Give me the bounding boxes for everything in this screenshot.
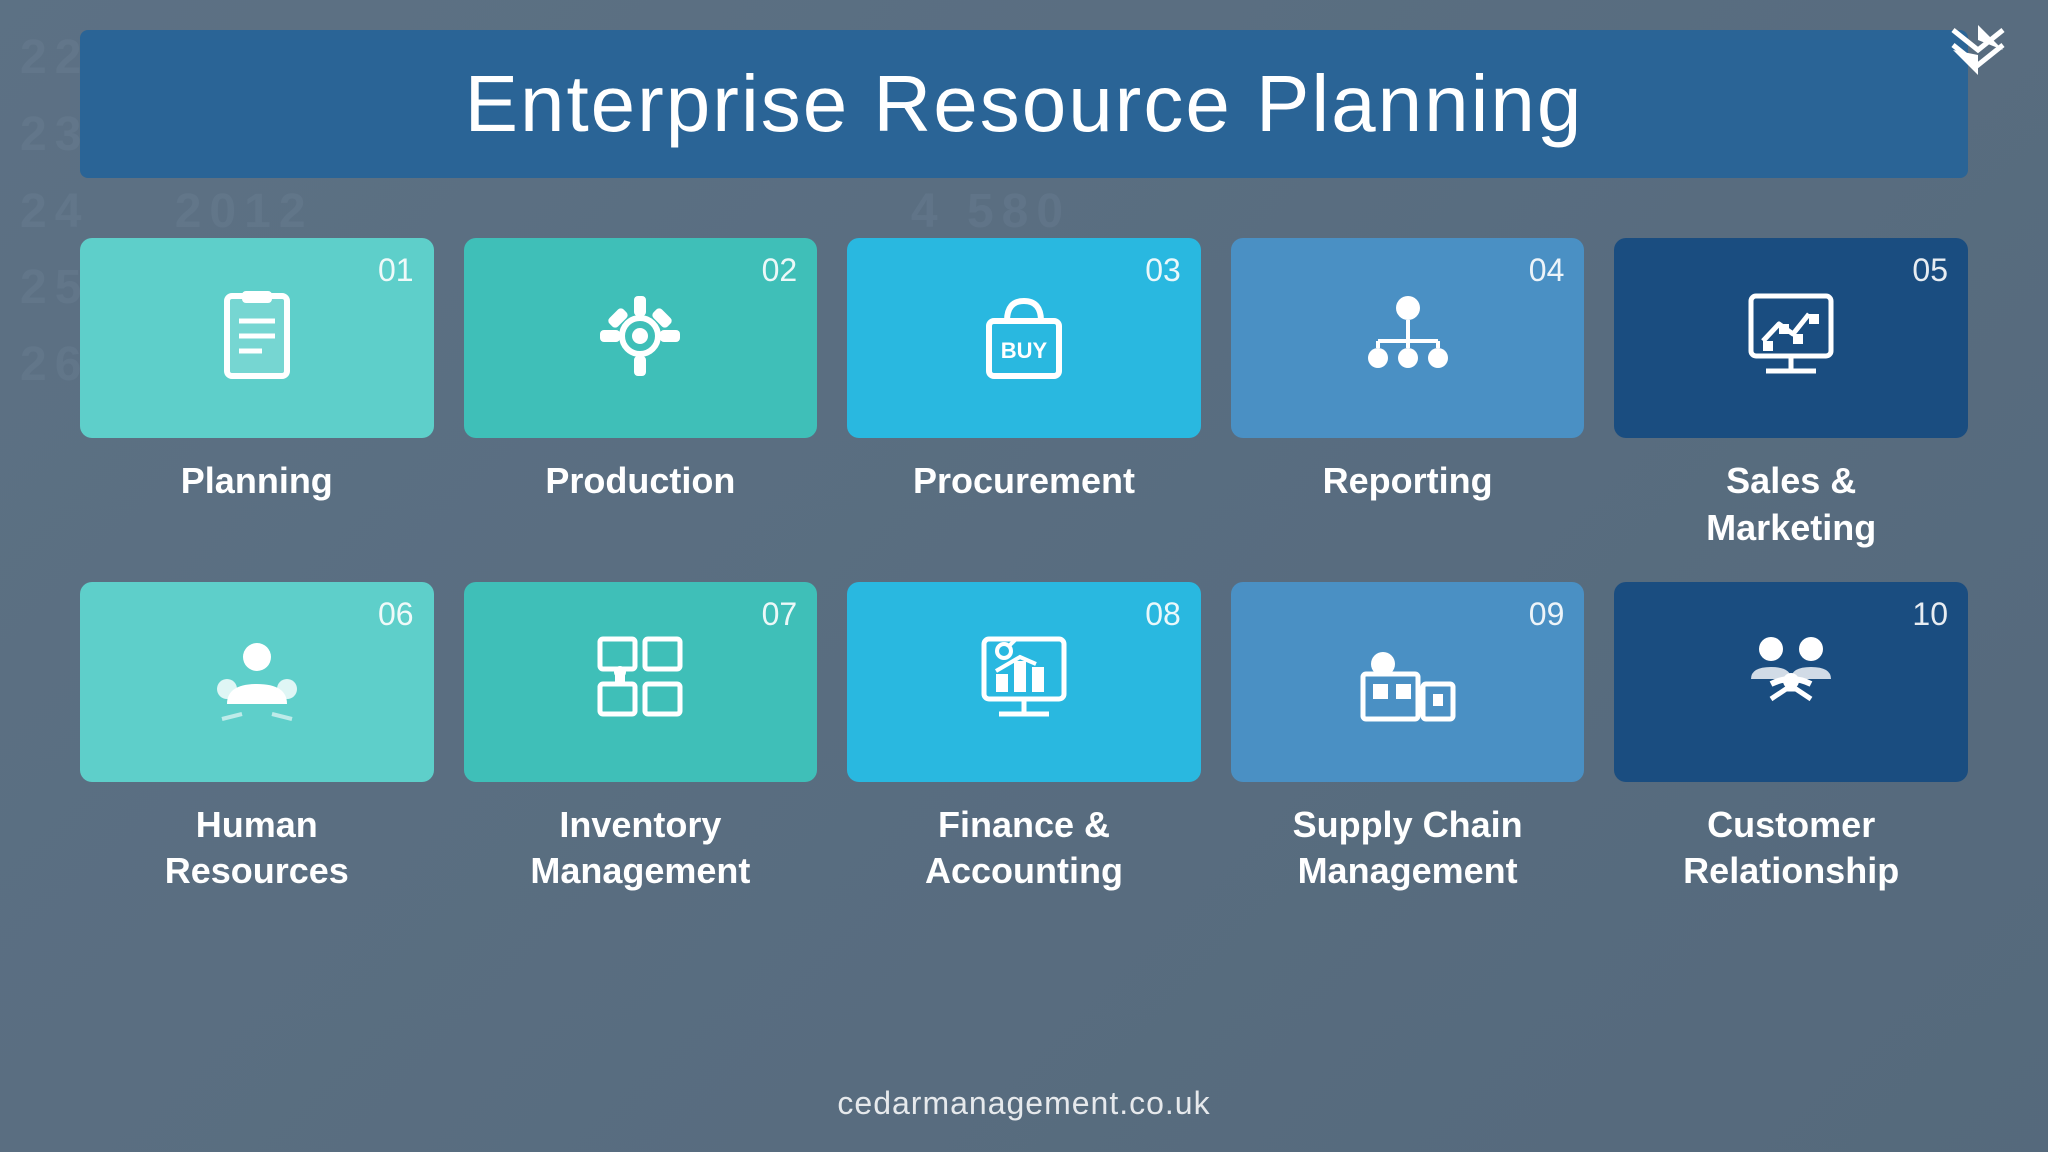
card-group-3: 03 Procurement bbox=[847, 238, 1201, 552]
card-group-5: 05 Sales &Marketing bbox=[1614, 238, 1968, 552]
card-icon-crm bbox=[1741, 629, 1841, 734]
card-box-09[interactable]: 09 bbox=[1231, 582, 1585, 782]
card-box-05[interactable]: 05 bbox=[1614, 238, 1968, 438]
card-label-10: CustomerRelationship bbox=[1683, 802, 1899, 896]
card-number-10: 10 bbox=[1912, 596, 1948, 633]
card-number-05: 05 bbox=[1912, 252, 1948, 289]
card-label-04: Reporting bbox=[1323, 458, 1493, 505]
card-box-01[interactable]: 01 bbox=[80, 238, 434, 438]
card-box-04[interactable]: 04 bbox=[1231, 238, 1585, 438]
card-label-05: Sales &Marketing bbox=[1706, 458, 1876, 552]
card-number-03: 03 bbox=[1145, 252, 1181, 289]
card-icon-inventory bbox=[590, 629, 690, 734]
card-icon-hr bbox=[207, 629, 307, 734]
card-group-9: 09 Supply ChainManagement bbox=[1231, 582, 1585, 896]
card-icon-reporting bbox=[1358, 286, 1458, 391]
card-label-07: InventoryManagement bbox=[530, 802, 750, 896]
card-icon-finance bbox=[974, 629, 1074, 734]
footer-website: cedarmanagement.co.uk bbox=[837, 1085, 1210, 1152]
card-number-06: 06 bbox=[378, 596, 414, 633]
card-number-02: 02 bbox=[762, 252, 798, 289]
card-group-7: 07 InventoryManagement bbox=[464, 582, 818, 896]
card-label-03: Procurement bbox=[913, 458, 1135, 505]
card-group-4: 04 Reporting bbox=[1231, 238, 1585, 552]
card-group-8: 08 Finance &Accounting bbox=[847, 582, 1201, 896]
card-number-07: 07 bbox=[762, 596, 798, 633]
card-label-08: Finance &Accounting bbox=[925, 802, 1123, 896]
card-group-10: 10 CustomerRelationship bbox=[1614, 582, 1968, 896]
card-box-02[interactable]: 02 bbox=[464, 238, 818, 438]
cards-grid: 01 Planning 02 Production 03 Procurement 04 Rep… bbox=[80, 238, 1968, 895]
card-icon-production bbox=[590, 286, 690, 391]
card-number-08: 08 bbox=[1145, 596, 1181, 633]
company-logo bbox=[1948, 20, 2008, 89]
card-icon-supply bbox=[1358, 629, 1458, 734]
card-label-06: HumanResources bbox=[165, 802, 349, 896]
card-label-09: Supply ChainManagement bbox=[1293, 802, 1523, 896]
header-bar: Enterprise Resource Planning bbox=[80, 30, 1968, 178]
card-number-04: 04 bbox=[1529, 252, 1565, 289]
card-icon-procurement bbox=[974, 286, 1074, 391]
card-group-2: 02 Production bbox=[464, 238, 818, 552]
card-label-02: Production bbox=[545, 458, 735, 505]
card-box-07[interactable]: 07 bbox=[464, 582, 818, 782]
card-box-10[interactable]: 10 bbox=[1614, 582, 1968, 782]
card-number-09: 09 bbox=[1529, 596, 1565, 633]
card-box-06[interactable]: 06 bbox=[80, 582, 434, 782]
card-icon-sales bbox=[1741, 286, 1841, 391]
card-label-01: Planning bbox=[181, 458, 333, 505]
page-title: Enterprise Resource Planning bbox=[140, 58, 1908, 150]
card-group-1: 01 Planning bbox=[80, 238, 434, 552]
card-icon-planning bbox=[207, 286, 307, 391]
card-box-08[interactable]: 08 bbox=[847, 582, 1201, 782]
card-box-03[interactable]: 03 bbox=[847, 238, 1201, 438]
main-content: Enterprise Resource Planning 01Planning0… bbox=[0, 0, 2048, 1152]
card-number-01: 01 bbox=[378, 252, 414, 289]
card-group-6: 06 HumanResources bbox=[80, 582, 434, 896]
